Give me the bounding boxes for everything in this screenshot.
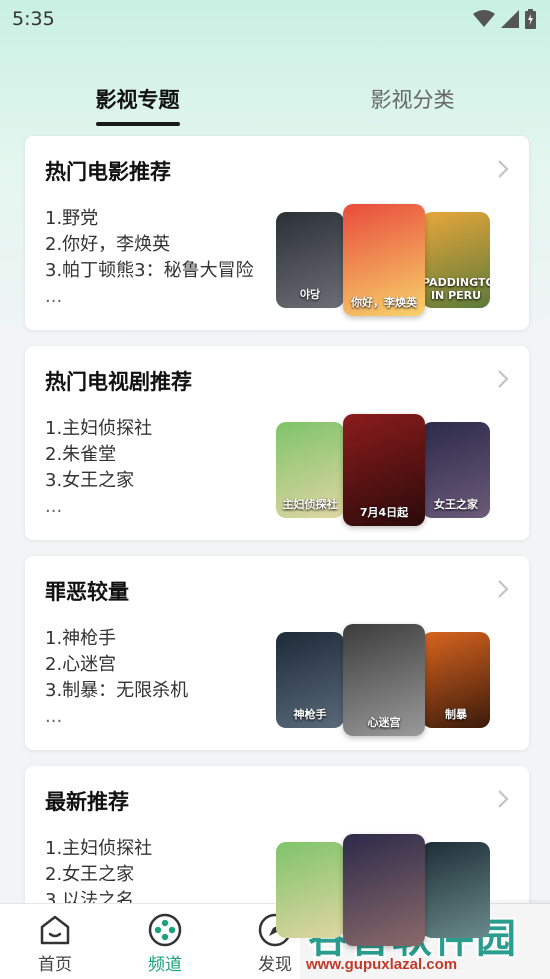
poster-image[interactable]	[422, 842, 490, 938]
card-title: 罪恶较量	[45, 580, 129, 604]
poster-image[interactable]: 女王之家	[422, 422, 490, 518]
poster-image[interactable]: 7月4日起	[343, 414, 425, 526]
poster-caption: PADDINGTON IN PERU	[422, 276, 490, 302]
list-item[interactable]: 2.你好，李焕英	[45, 232, 254, 258]
chevron-right-icon[interactable]	[495, 158, 511, 180]
poster-caption: 神枪手	[293, 708, 327, 721]
tab-label: 影视分类	[370, 88, 455, 112]
poster-stack: 神枪手 心迷宫 制暴	[276, 624, 494, 736]
topic-card-crime[interactable]: 罪恶较量 1.神枪手 2.心迷宫 3.制暴：无限杀机 ... 神枪手 心迷宫 制…	[25, 556, 529, 750]
poster-caption: 7月4日起	[359, 506, 409, 519]
poster-image[interactable]: 你好，李焕英	[343, 204, 425, 316]
poster-caption: 主妇侦探社	[282, 498, 338, 511]
list-item[interactable]: 3.制暴：无限杀机	[45, 678, 188, 704]
list-item[interactable]: 1.主妇侦探社	[45, 416, 152, 442]
poster-stack: 主妇侦探社 7月4日起 女王之家	[276, 414, 494, 526]
list-item[interactable]: 1.主妇侦探社	[45, 836, 152, 862]
chevron-right-icon[interactable]	[495, 578, 511, 600]
card-title: 最新推荐	[45, 790, 129, 814]
list-item[interactable]: 2.女王之家	[45, 862, 152, 888]
nav-label: 频道	[148, 955, 182, 975]
list-item[interactable]: 2.心迷宫	[45, 652, 188, 678]
card-title: 热门电视剧推荐	[45, 370, 192, 394]
watermark-url: www.gupuxlazal.com	[306, 956, 458, 973]
status-icons	[473, 9, 536, 29]
card-item-list: 1.主妇侦探社 2.朱雀堂 3.女王之家 ...	[45, 416, 152, 520]
poster-image[interactable]: 야당	[276, 212, 344, 308]
tab-active-indicator	[95, 122, 180, 126]
wifi-icon	[473, 10, 495, 27]
signal-icon	[501, 10, 519, 28]
poster-caption: 你好，李焕英	[351, 296, 417, 309]
poster-stack	[276, 834, 494, 946]
poster-image[interactable]: 主妇侦探社	[276, 422, 344, 518]
poster-caption: 야당	[299, 288, 321, 301]
list-item[interactable]: 3.女王之家	[45, 468, 152, 494]
topic-card-hot-movies[interactable]: 热门电影推荐 1.野党 2.你好，李焕英 3.帕丁顿熊3：秘鲁大冒险 ... 야…	[25, 136, 529, 330]
topic-card-hot-tv[interactable]: 热门电视剧推荐 1.主妇侦探社 2.朱雀堂 3.女王之家 ... 主妇侦探社 7…	[25, 346, 529, 540]
card-title: 热门电影推荐	[45, 160, 171, 184]
tab-bar: 影视专题 影视分类	[0, 70, 550, 126]
poster-caption: 制暴	[445, 708, 467, 721]
poster-stack: 야당 你好，李焕英 PADDINGTON IN PERU	[276, 204, 494, 316]
film-reel-icon	[148, 913, 182, 947]
nav-label: 首页	[38, 955, 72, 975]
nav-home[interactable]: 首页	[0, 904, 110, 979]
more-indicator: ...	[45, 496, 63, 517]
chevron-right-icon[interactable]	[495, 368, 511, 390]
nav-label: 发现	[258, 955, 292, 975]
list-item[interactable]: 1.神枪手	[45, 626, 188, 652]
more-indicator: ...	[45, 706, 63, 727]
home-icon	[40, 915, 70, 945]
chevron-right-icon[interactable]	[495, 788, 511, 810]
list-item[interactable]: 1.野党	[45, 206, 254, 232]
poster-image[interactable]: PADDINGTON IN PERU	[422, 212, 490, 308]
list-item[interactable]: 3.帕丁顿熊3：秘鲁大冒险	[45, 258, 254, 284]
card-item-list: 1.神枪手 2.心迷宫 3.制暴：无限杀机 ...	[45, 626, 188, 730]
status-time: 5:35	[12, 8, 55, 30]
list-item[interactable]: 2.朱雀堂	[45, 442, 152, 468]
tab-film-topics[interactable]: 影视专题	[0, 70, 275, 126]
nav-channel[interactable]: 频道	[110, 904, 220, 979]
poster-image[interactable]	[343, 834, 425, 946]
poster-image[interactable]	[276, 842, 344, 938]
poster-image[interactable]: 制暴	[422, 632, 490, 728]
poster-caption: 女王之家	[434, 498, 478, 511]
poster-image[interactable]: 心迷宫	[343, 624, 425, 736]
card-item-list: 1.野党 2.你好，李焕英 3.帕丁顿熊3：秘鲁大冒险 ...	[45, 206, 254, 310]
status-bar: 5:35	[0, 0, 550, 38]
tab-label: 影视专题	[95, 88, 180, 112]
tab-film-categories[interactable]: 影视分类	[275, 70, 550, 126]
poster-caption: 心迷宫	[367, 716, 401, 729]
battery-icon	[525, 9, 536, 29]
poster-image[interactable]: 神枪手	[276, 632, 344, 728]
more-indicator: ...	[45, 286, 63, 307]
